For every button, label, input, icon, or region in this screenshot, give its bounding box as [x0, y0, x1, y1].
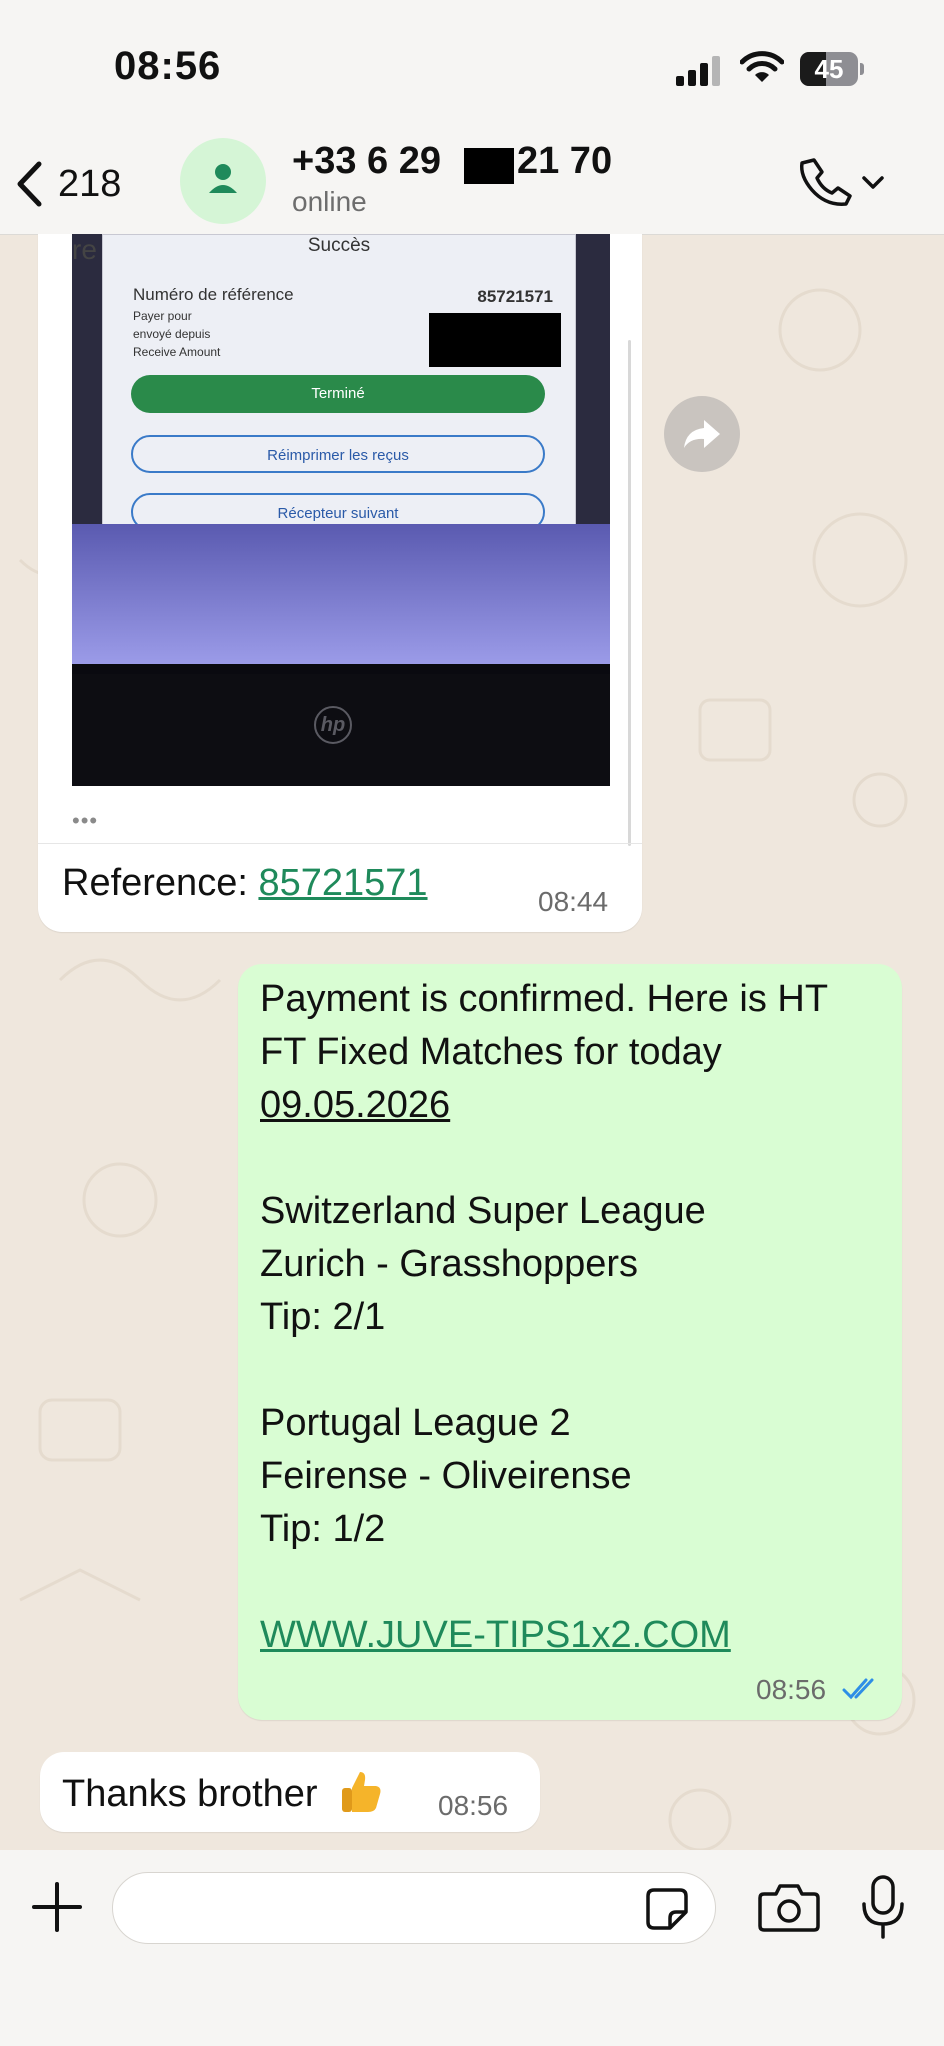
redaction-box: [464, 148, 514, 184]
person-icon: [209, 164, 237, 193]
message-line-league-1: Switzerland Super League: [260, 1190, 706, 1232]
message-input[interactable]: [112, 1872, 716, 1944]
caption-divider: [38, 843, 642, 844]
cellular-signal-icon: [676, 56, 720, 86]
reference-link[interactable]: 85721571: [258, 862, 427, 904]
photo-reprint-button: Réimprimer les reçus: [131, 435, 545, 473]
avatar[interactable]: [180, 138, 266, 224]
plus-icon[interactable]: [30, 1880, 84, 1934]
status-bar: 08:56 45: [0, 0, 944, 140]
chevron-down-icon: [862, 176, 884, 189]
photo-row-sent-from: envoyé depuis: [133, 327, 211, 341]
battery-level: 45: [814, 54, 844, 84]
photo-done-button: Terminé: [131, 375, 545, 413]
battery-icon: 45: [800, 52, 864, 86]
message-line-match-2: Feirense - Oliveirense: [260, 1455, 632, 1497]
chevron-left-icon: [17, 161, 42, 207]
image-caption: Reference: 85721571: [62, 862, 428, 905]
photo-side-fragment: re: [72, 234, 97, 265]
photo-ref-value: 85721571: [477, 287, 553, 306]
caption-scrollbar[interactable]: [628, 340, 631, 846]
wifi-icon: [740, 51, 784, 82]
microphone-icon[interactable]: [858, 1874, 908, 1940]
payment-receipt-photo[interactable]: re Succès Numéro de référence 85721571 P…: [72, 234, 610, 786]
status-time: 08:56: [114, 44, 222, 88]
more-dots[interactable]: •••: [72, 808, 98, 834]
contact-number-prefix: +33 6 29: [292, 140, 441, 182]
phone-icon: [799, 158, 852, 206]
call-button[interactable]: [798, 152, 898, 212]
image-message-time: 08:44: [538, 886, 609, 917]
camera-icon[interactable]: [758, 1880, 820, 1934]
double-check-icon: [842, 1678, 874, 1700]
message-line-2: FT Fixed Matches for today: [260, 1031, 722, 1073]
contact-status: online: [292, 186, 367, 217]
forward-button[interactable]: [664, 396, 740, 472]
sticker-icon[interactable]: [644, 1886, 690, 1932]
photo-redaction: [429, 313, 561, 367]
chat-header: 218 +33 6 29 21 70 online: [0, 130, 944, 235]
website-link[interactable]: WWW.JUVE-TIPS1x2.COM: [260, 1614, 731, 1657]
thumbs-up-emoji: [342, 1772, 381, 1812]
contact-number-suffix: 21 70: [516, 140, 613, 182]
share-forward-icon: [684, 420, 720, 448]
photo-receipt-panel: Succès Numéro de référence 85721571 Paye…: [102, 234, 576, 569]
outgoing-message-bubble[interactable]: [238, 964, 902, 1720]
contact-name[interactable]: +33 6 29 21 70: [292, 140, 612, 183]
unread-count: 218: [58, 162, 122, 205]
message-line-league-2: Portugal League 2: [260, 1402, 571, 1444]
message-date-link[interactable]: 09.05.2026: [260, 1084, 450, 1127]
reply-text-wrapper: Thanks brother: [62, 1768, 384, 1816]
message-line-match-1: Zurich - Grasshoppers: [260, 1243, 639, 1285]
caption-label: Reference:: [62, 862, 259, 904]
message-line-tip-1: Tip: 2/1: [260, 1296, 386, 1338]
message-line-tip-2: Tip: 1/2: [260, 1508, 386, 1550]
laptop-logo: hp: [314, 706, 352, 744]
back-button[interactable]: 218: [14, 154, 121, 214]
photo-ref-label: Numéro de référence: [133, 285, 294, 304]
photo-row-receive-amount: Receive Amount: [133, 345, 221, 359]
outgoing-message-time: 08:56: [756, 1674, 827, 1705]
message-line-1: Payment is confirmed. Here is HT: [260, 978, 829, 1020]
reply-text: Thanks brother: [62, 1773, 318, 1815]
photo-row-payer: Payer pour: [133, 309, 192, 323]
reply-time: 08:56: [438, 1790, 509, 1821]
photo-title: Succès: [307, 235, 371, 256]
